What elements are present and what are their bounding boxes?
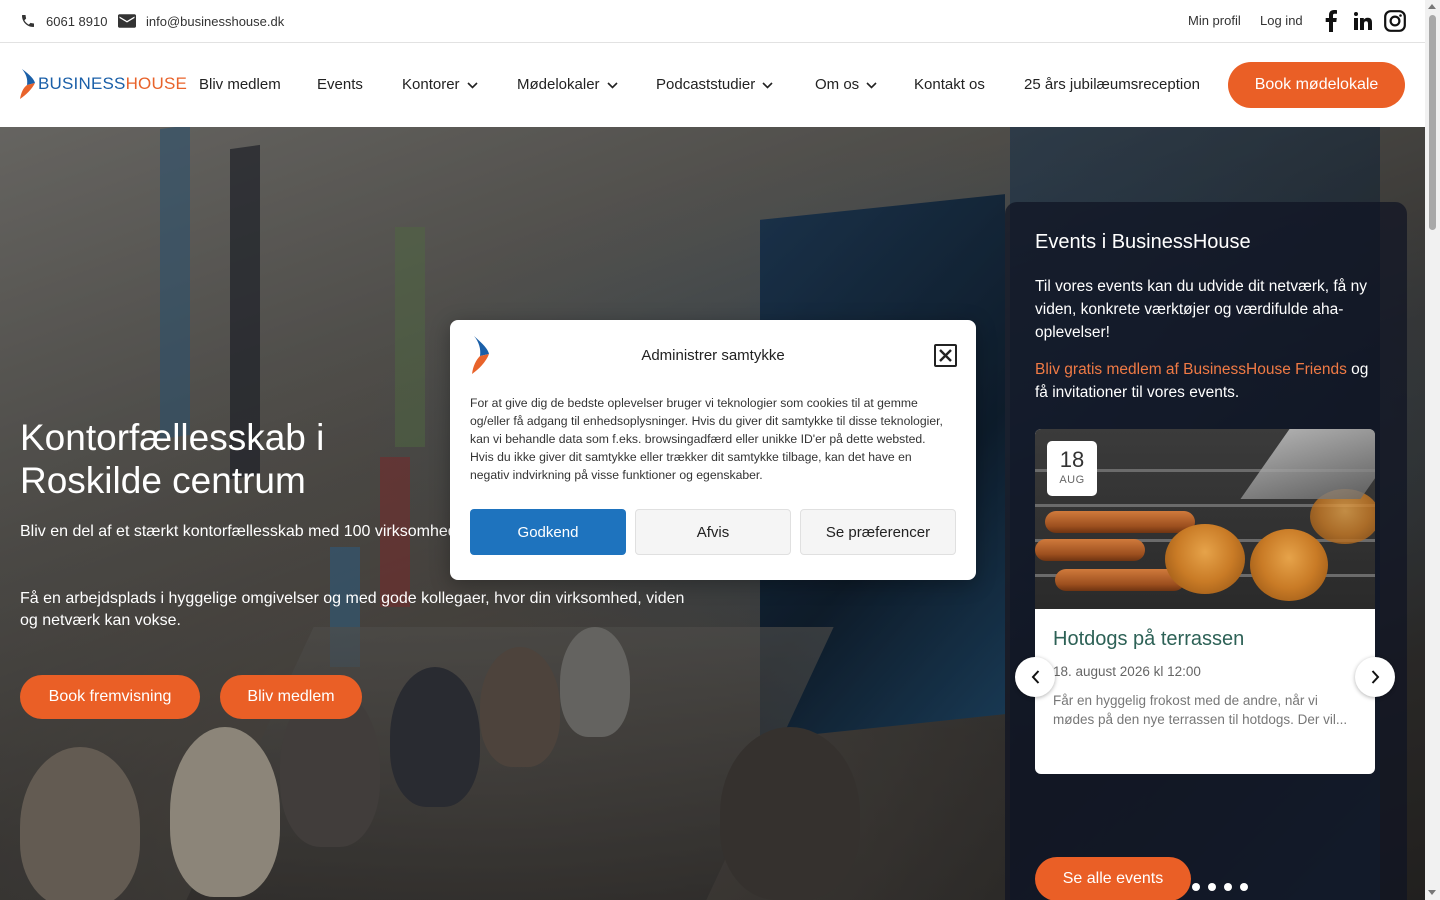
facebook-icon[interactable] [1319, 9, 1343, 33]
event-card[interactable]: 18 AUG Hotdogs på terrassen 18. august 2… [1035, 429, 1375, 774]
logo-mark-icon [20, 69, 35, 99]
consent-text: For at give dig de bedste oplevelser bru… [470, 396, 943, 482]
scroll-up-arrow-icon[interactable] [1428, 4, 1436, 9]
preferences-button[interactable]: Se præferencer [800, 509, 956, 555]
carousel-dot[interactable] [1224, 883, 1232, 891]
see-all-events-button[interactable]: Se alle events [1035, 857, 1191, 900]
tongs [1240, 429, 1375, 499]
event-title[interactable]: Hotdogs på terrassen [1053, 628, 1244, 651]
envelope-icon [118, 14, 136, 28]
nav-kontakt-os[interactable]: Kontakt os [914, 43, 985, 127]
nav-om-os[interactable]: Om os [815, 43, 877, 127]
carousel-prev-button[interactable] [1015, 657, 1055, 697]
modal-title: Administrer samtykke [641, 347, 785, 364]
event-image: 18 AUG [1035, 429, 1375, 609]
nav-kontorer[interactable]: Kontorer [402, 43, 478, 127]
nav-bliv-medlem[interactable]: Bliv medlem [199, 43, 281, 127]
book-meeting-room-button[interactable]: Book mødelokale [1228, 62, 1405, 108]
scroll-thumb[interactable] [1429, 15, 1436, 230]
top-bar: 6061 8910 info@businesshouse.dk Min prof… [0, 0, 1425, 43]
logo-wordmark: BUSINESSHOUSE [38, 74, 188, 93]
events-intro: Til vores events kan du udvide dit netvæ… [1035, 278, 1367, 341]
events-panel: Events i BusinessHouse Til vores events … [1005, 202, 1407, 900]
my-profile-link[interactable]: Min profil [1188, 0, 1241, 42]
instagram-icon[interactable] [1383, 9, 1407, 33]
chevron-down-icon [606, 81, 618, 89]
scroll-down-arrow-icon[interactable] [1428, 890, 1436, 895]
friends-membership-link[interactable]: Bliv gratis medlem af BusinessHouse Frie… [1035, 361, 1347, 378]
email-address[interactable]: info@businesshouse.dk [146, 14, 284, 29]
businesshouse-logo[interactable]: BUSINESSHOUSE [18, 69, 187, 99]
chevron-down-icon [866, 81, 877, 89]
main-header: BUSINESSHOUSE Bliv medlem Events Kontore… [0, 43, 1425, 127]
cookie-consent-modal: Administrer samtykke For at give dig de … [450, 320, 976, 580]
carousel-dot[interactable] [1208, 883, 1216, 891]
nav-jubilaeum[interactable]: 25 års jubilæumsreception [1024, 43, 1200, 127]
carousel-dot[interactable] [1240, 883, 1248, 891]
chevron-down-icon [762, 81, 773, 89]
nav-events[interactable]: Events [317, 43, 363, 127]
login-link[interactable]: Log ind [1260, 0, 1303, 42]
book-showing-button[interactable]: Book fremvisning [20, 675, 200, 719]
nav-podcaststudier[interactable]: Podcaststudier [656, 43, 773, 127]
event-description: Får en hyggelig frokost med de andre, nå… [1053, 693, 1348, 727]
events-title: Events i BusinessHouse [1035, 231, 1251, 253]
accept-button[interactable]: Godkend [470, 509, 626, 555]
phone-number[interactable]: 6061 8910 [46, 14, 107, 29]
linkedin-icon[interactable] [1351, 9, 1375, 33]
email-contact[interactable]: info@businesshouse.dk [118, 0, 284, 42]
nav-moedelokaler[interactable]: Mødelokaler [517, 43, 618, 127]
events-promo: Bliv gratis medlem af BusinessHouse Frie… [1035, 361, 1369, 401]
chevron-left-icon [1031, 670, 1039, 684]
hero-paragraph-2: Få en arbejdsplads i hyggelige omgivelse… [20, 590, 685, 629]
event-date-badge: 18 AUG [1047, 441, 1097, 496]
page-scrollbar[interactable] [1425, 0, 1440, 900]
carousel-dot[interactable] [1192, 883, 1200, 891]
event-day: 18 [1059, 447, 1085, 472]
carousel-next-button[interactable] [1355, 657, 1395, 697]
event-month: AUG [1059, 474, 1085, 486]
chevron-down-icon [466, 81, 478, 89]
chevron-right-icon [1371, 670, 1379, 684]
hero-title: Kontorfællesskab i Roskilde centrum [20, 417, 325, 501]
phone-contact[interactable]: 6061 8910 [20, 0, 107, 42]
reject-button[interactable]: Afvis [635, 509, 791, 555]
event-date: 18. august 2026 kl 12:00 [1053, 664, 1201, 679]
close-icon[interactable] [934, 344, 957, 367]
phone-icon [22, 15, 34, 27]
become-member-button[interactable]: Bliv medlem [220, 675, 362, 719]
